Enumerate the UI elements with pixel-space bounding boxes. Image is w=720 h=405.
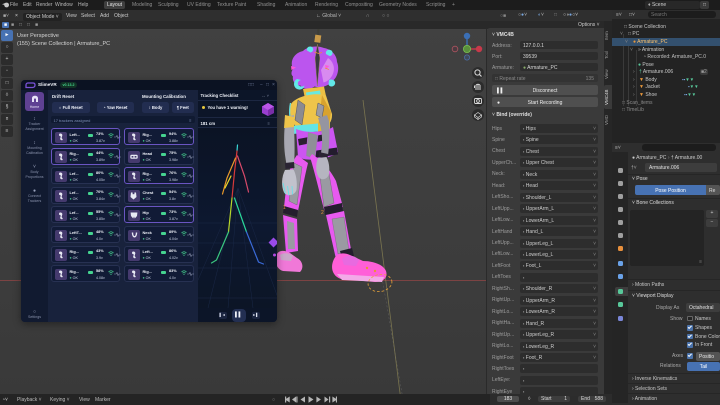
svg-text:2: 2	[321, 210, 324, 216]
svg-text:1: 1	[283, 205, 286, 211]
